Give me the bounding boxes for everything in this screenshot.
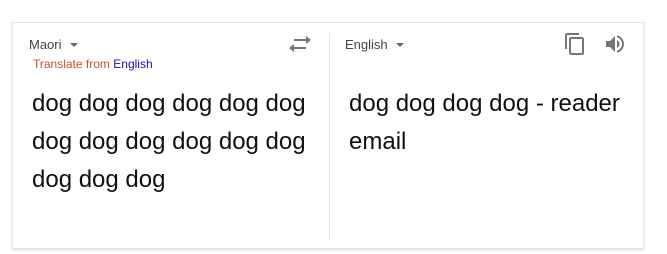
translate-from-suggestion: Translate from English: [33, 57, 153, 71]
chevron-down-icon: [69, 42, 78, 47]
speaker-icon[interactable]: [603, 32, 627, 56]
source-text[interactable]: dog dog dog dog dog dog dog dog dog dog …: [32, 85, 317, 199]
pane-divider: [329, 33, 330, 240]
target-language-select[interactable]: English: [345, 37, 404, 52]
copy-icon[interactable]: [563, 32, 587, 56]
translate-from-prefix: Translate from: [33, 57, 110, 71]
source-pane: Maori Translate from English dog dog dog…: [13, 23, 330, 248]
translate-card: Maori Translate from English dog dog dog…: [12, 22, 644, 249]
swap-languages-icon[interactable]: [288, 34, 312, 54]
target-language-label: English: [345, 37, 388, 52]
chevron-down-icon: [395, 42, 404, 47]
source-language-select[interactable]: Maori: [29, 37, 78, 52]
target-pane: English dog dog dog dog - reader email: [331, 23, 643, 248]
source-language-label: Maori: [29, 37, 62, 52]
translated-text: dog dog dog dog - reader email: [349, 90, 620, 155]
translate-from-language-link[interactable]: English: [113, 57, 152, 71]
